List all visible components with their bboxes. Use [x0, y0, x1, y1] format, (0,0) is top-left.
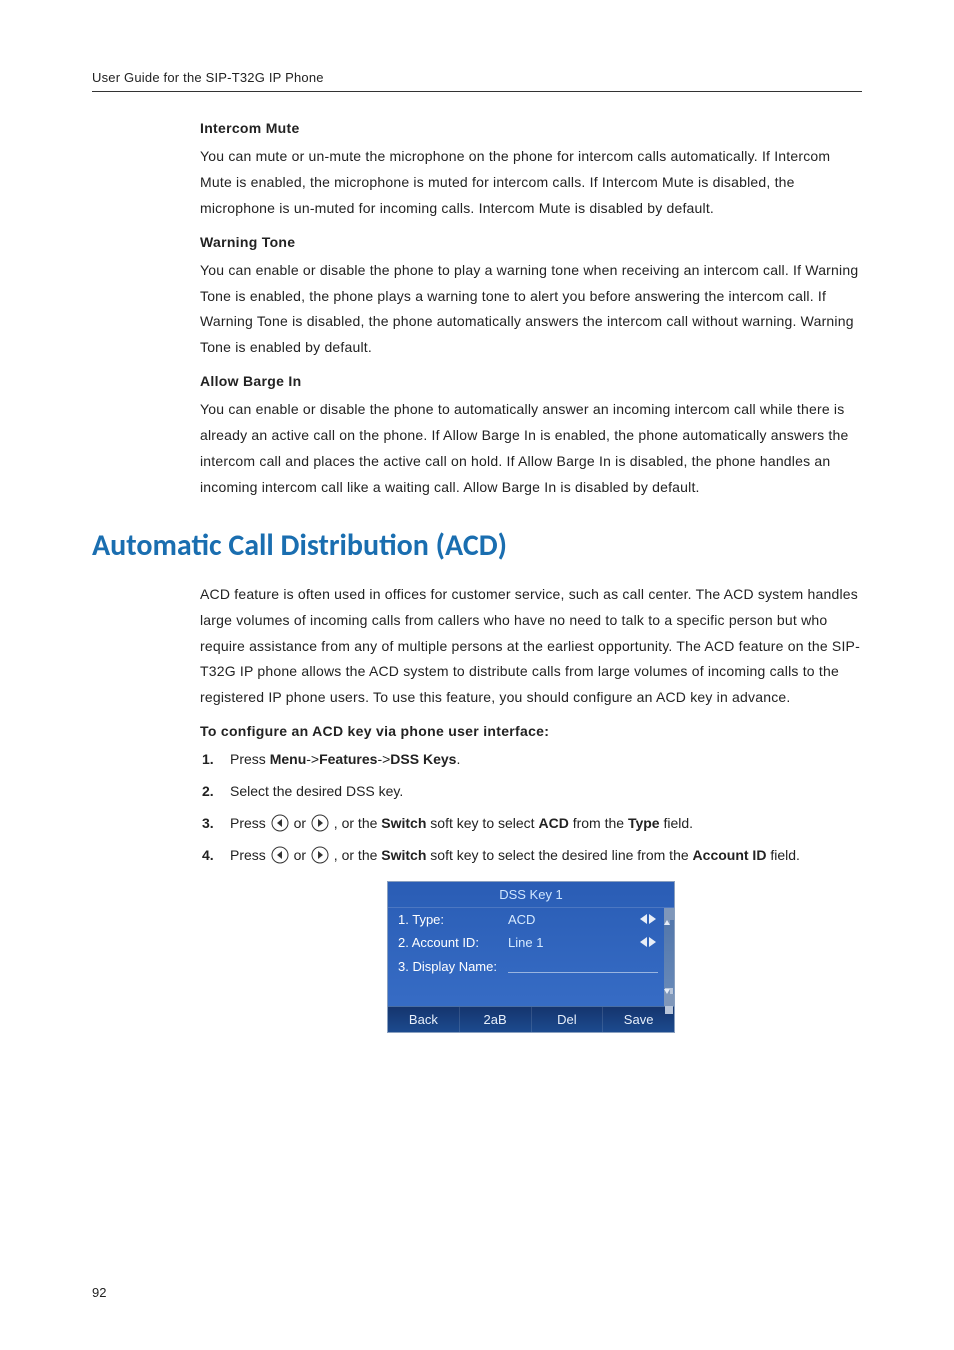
- body-column: ACD feature is often used in offices for…: [200, 582, 862, 1033]
- sep: ->: [377, 751, 390, 767]
- dsskeys-label: DSS Keys: [390, 751, 456, 767]
- right-triangle-icon[interactable]: [649, 937, 656, 947]
- acd-label: ACD: [538, 815, 568, 831]
- step-4: Press or , or the Switch soft key to sel…: [224, 843, 862, 869]
- paragraph: ACD feature is often used in offices for…: [200, 582, 862, 711]
- row-label: 2. Account ID:: [398, 935, 508, 950]
- switch-label: Switch: [381, 847, 426, 863]
- phone-row-spacer: [388, 980, 674, 1006]
- text: field.: [766, 847, 799, 863]
- text: Press: [230, 847, 270, 863]
- phone-scrollbar[interactable]: [664, 908, 674, 1006]
- section-heading-acd: Automatic Call Distribution (ACD): [92, 527, 862, 564]
- phone-title: DSS Key 1: [388, 882, 674, 908]
- softkey-2ab[interactable]: 2aB: [460, 1007, 532, 1032]
- left-arrow-icon: [271, 846, 289, 864]
- heading-intercom-mute: Intercom Mute: [200, 120, 862, 136]
- step-1: Press Menu->Features->DSS Keys.: [224, 747, 862, 773]
- text: or: [290, 815, 310, 831]
- row-label: 1. Type:: [398, 912, 508, 927]
- text: .: [456, 751, 460, 767]
- phone-row-type[interactable]: 1. Type: ACD: [388, 908, 674, 931]
- row-value: Line 1: [508, 935, 628, 950]
- text: Press: [230, 751, 270, 767]
- sep: ->: [306, 751, 319, 767]
- step-2: Select the desired DSS key.: [224, 779, 862, 805]
- body-column: Intercom Mute You can mute or un-mute th…: [200, 120, 862, 501]
- features-label: Features: [319, 751, 377, 767]
- paragraph: You can enable or disable the phone to p…: [200, 258, 862, 362]
- row-value: ACD: [508, 912, 628, 927]
- text: from the: [569, 815, 628, 831]
- row-value[interactable]: [508, 958, 670, 976]
- step-3: Press or , or the Switch soft key to sel…: [224, 811, 862, 837]
- softkey-bar: Back 2aB Del Save: [388, 1006, 674, 1032]
- page: User Guide for the SIP-T32G IP Phone Int…: [0, 0, 954, 1350]
- text: , or the: [330, 815, 381, 831]
- procedure-title: To configure an ACD key via phone user i…: [200, 723, 862, 739]
- right-arrow-icon: [311, 814, 329, 832]
- left-triangle-icon[interactable]: [640, 937, 647, 947]
- switch-label: Switch: [381, 815, 426, 831]
- display-name-input[interactable]: [508, 958, 658, 973]
- softkey-back[interactable]: Back: [388, 1007, 460, 1032]
- phone-rows: 1. Type: ACD 2. Account ID: Line 1: [388, 908, 674, 1006]
- left-triangle-icon[interactable]: [640, 914, 647, 924]
- heading-warning-tone: Warning Tone: [200, 234, 862, 250]
- type-label: Type: [628, 815, 660, 831]
- steps-list: Press Menu->Features->DSS Keys. Select t…: [200, 747, 862, 869]
- text: field.: [660, 815, 693, 831]
- text: soft key to select: [426, 815, 538, 831]
- text: or: [290, 847, 310, 863]
- softkey-save[interactable]: Save: [603, 1007, 674, 1032]
- left-arrow-icon: [271, 814, 289, 832]
- scroll-up-icon[interactable]: [664, 908, 674, 920]
- page-number: 92: [92, 1285, 106, 1300]
- heading-allow-barge-in: Allow Barge In: [200, 373, 862, 389]
- paragraph: You can enable or disable the phone to a…: [200, 397, 862, 501]
- account-id-label: Account ID: [693, 847, 767, 863]
- text: , or the: [330, 847, 381, 863]
- softkey-del[interactable]: Del: [532, 1007, 604, 1032]
- right-arrow-icon: [311, 846, 329, 864]
- text: soft key to select the desired line from…: [426, 847, 692, 863]
- phone-screenshot: DSS Key 1 1. Type: ACD 2. Account ID: [387, 881, 675, 1033]
- row-label: 3. Display Name:: [398, 959, 508, 974]
- text: Press: [230, 815, 270, 831]
- menu-label: Menu: [270, 751, 307, 767]
- right-triangle-icon[interactable]: [649, 914, 656, 924]
- running-header: User Guide for the SIP-T32G IP Phone: [92, 70, 862, 92]
- scroll-down-icon[interactable]: [664, 994, 674, 1006]
- phone-row-account-id[interactable]: 2. Account ID: Line 1: [388, 931, 674, 954]
- paragraph: You can mute or un-mute the microphone o…: [200, 144, 862, 222]
- phone-row-display-name[interactable]: 3. Display Name:: [388, 954, 674, 980]
